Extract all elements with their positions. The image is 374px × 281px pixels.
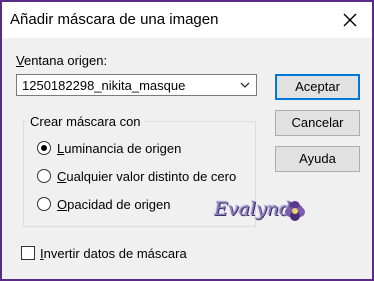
radio-luminance[interactable]	[37, 141, 51, 155]
radio-any-nonzero[interactable]	[37, 169, 51, 183]
group-title: Crear máscara con	[27, 114, 144, 129]
flower-icon	[285, 201, 305, 221]
chevron-down-icon	[240, 82, 250, 88]
dialog-title: Añadir máscara de una imagen	[10, 11, 219, 28]
cancel-button[interactable]: Cancelar	[275, 110, 360, 136]
option-opacity-label[interactable]: Opacidad de origen	[57, 197, 170, 212]
invert-label[interactable]: Invertir datos de máscara	[40, 246, 187, 261]
close-icon[interactable]	[340, 10, 360, 30]
source-window-dropdown[interactable]: 1250182298_nikita_masque	[16, 74, 257, 96]
source-window-label: Ventana origen:	[16, 53, 108, 68]
option-luminance-label[interactable]: Luminancia de origen	[57, 141, 181, 156]
title-bar: Añadir máscara de una imagen	[2, 2, 372, 38]
help-button[interactable]: Ayuda	[275, 146, 360, 172]
option-any-nonzero-label[interactable]: Cualquier valor distinto de cero	[57, 169, 236, 184]
dialog-window: Añadir máscara de una imagen Ventana ori…	[0, 0, 374, 281]
source-window-value: 1250182298_nikita_masque	[22, 78, 186, 93]
radio-selected-dot	[41, 145, 47, 151]
invert-checkbox[interactable]	[21, 246, 35, 260]
accept-button[interactable]: Aceptar	[275, 74, 360, 100]
radio-opacity[interactable]	[37, 197, 51, 211]
